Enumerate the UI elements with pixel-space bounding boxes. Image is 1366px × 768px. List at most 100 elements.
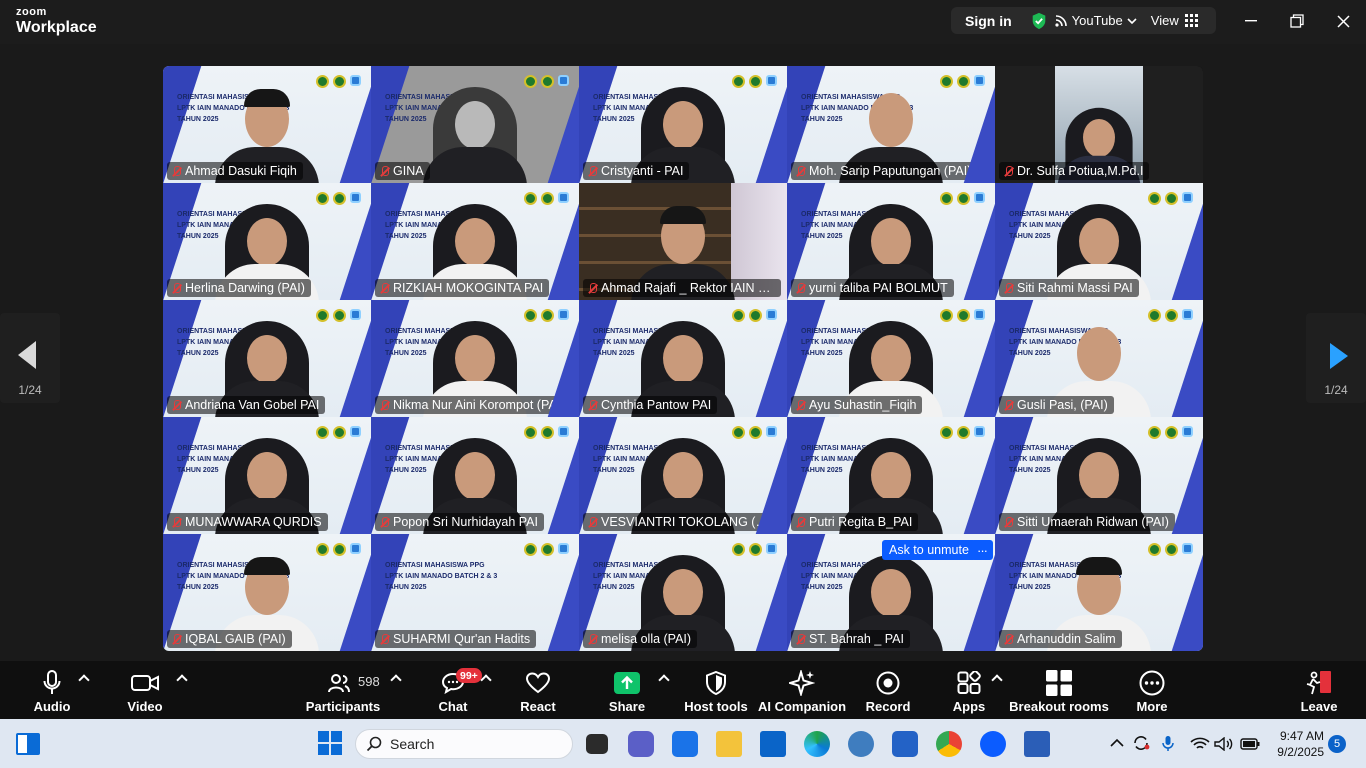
audio-button[interactable]: Audio — [26, 661, 78, 719]
participant-tile[interactable]: ORIENTASI MAHASISWA PPG LPTK IAIN MANADO… — [787, 66, 995, 183]
background-logos — [732, 309, 777, 322]
wifi-icon[interactable] — [1190, 737, 1210, 751]
participant-tile[interactable]: ORIENTASI MAHASISWA PPG LPTK IAIN MANADO… — [787, 300, 995, 417]
chat-unread-badge: 99+ — [456, 668, 482, 683]
word-icon[interactable] — [1024, 731, 1050, 757]
participant-tile[interactable]: ORIENTASI MAHASISWA PPG LPTK IAIN MANADO… — [163, 183, 371, 300]
leave-label: Leave — [1300, 699, 1338, 714]
participant-tile[interactable]: ORIENTASI MAHASISWA PPG LPTK IAIN MANADO… — [371, 534, 579, 651]
participant-name-bar: melisa olla (PAI) — [583, 630, 698, 648]
participant-name-bar: Herlina Darwing (PAI) — [167, 279, 311, 297]
apps-button[interactable]: Apps — [948, 661, 990, 719]
participant-tile[interactable]: ORIENTASI MAHASISWA PPG LPTK IAIN MANADO… — [787, 417, 995, 534]
previous-page-button[interactable]: 1/24 — [0, 313, 60, 403]
participant-tile[interactable]: ORIENTASI MAHASISWA PPG LPTK IAIN MANADO… — [371, 300, 579, 417]
participant-name-bar: Popon Sri Nurhidayah PAI — [375, 513, 544, 531]
share-screen-icon — [614, 672, 640, 694]
sign-in-button[interactable]: Sign in — [951, 13, 1024, 29]
logo-icon — [766, 543, 777, 554]
taskbar-search[interactable]: Search — [355, 729, 573, 759]
muted-mic-icon — [587, 282, 597, 295]
restore-button[interactable] — [1285, 10, 1309, 32]
participant-tile[interactable]: ORIENTASI MAHASISWA PPG LPTK IAIN MANADO… — [163, 534, 371, 651]
ask-to-unmute-button[interactable]: Ask to unmute — [882, 540, 976, 560]
volume-icon[interactable] — [1214, 737, 1234, 751]
muted-mic-icon — [171, 633, 181, 646]
participant-tile[interactable]: ORIENTASI MAHASISWA PPG LPTK IAIN MANADO… — [371, 417, 579, 534]
more-button[interactable]: More — [1132, 661, 1172, 719]
muted-mic-icon — [795, 165, 805, 178]
participant-tile[interactable]: ORIENTASI MAHASISWA PPG LPTK IAIN MANADO… — [995, 534, 1203, 651]
participant-tile[interactable]: Ahmad Rajafi _ Rektor IAIN Man... — [579, 183, 787, 300]
participant-tile[interactable]: ORIENTASI MAHASISWA PPG LPTK IAIN MANADO… — [579, 417, 787, 534]
next-page-button[interactable]: 1/24 — [1306, 313, 1366, 403]
store-icon[interactable] — [672, 731, 698, 757]
logo-icon — [1182, 192, 1193, 203]
participant-tile[interactable]: ORIENTASI MAHASISWA PPG LPTK IAIN MANADO… — [371, 66, 579, 183]
task-view-icon[interactable] — [586, 734, 608, 754]
participants-button[interactable]: Participants — [306, 661, 380, 719]
logo-icon — [957, 75, 970, 88]
widgets-icon[interactable] — [16, 733, 40, 755]
host-tools-button[interactable]: Host tools — [684, 661, 748, 719]
muted-mic-icon — [171, 282, 181, 295]
chrome-icon[interactable] — [936, 731, 962, 757]
video-options-caret[interactable] — [176, 674, 188, 686]
view-button[interactable]: View — [1151, 13, 1198, 28]
share-button[interactable]: Share — [606, 661, 648, 719]
zoom-app-icon[interactable] — [980, 731, 1006, 757]
breakout-rooms-button[interactable]: Breakout rooms — [1009, 661, 1109, 719]
logo-icon — [1165, 192, 1178, 205]
participant-tile[interactable]: ORIENTASI MAHASISWA PPG LPTK IAIN MANADO… — [995, 183, 1203, 300]
react-label: React — [520, 699, 556, 714]
participant-tile[interactable]: Dr. Sulfa Potiua,M.Pd.I — [995, 66, 1203, 183]
participant-tile[interactable]: ORIENTASI MAHASISWA PPG LPTK IAIN MANADO… — [163, 300, 371, 417]
microphone-icon — [43, 670, 61, 694]
share-options-caret[interactable] — [658, 674, 670, 686]
participant-name-bar: yurni taliba PAI BOLMUT — [791, 279, 954, 297]
participant-tile[interactable]: ORIENTASI MAHASISWA PPG LPTK IAIN MANADO… — [579, 66, 787, 183]
participant-tile[interactable]: ORIENTASI MAHASISWA PPG LPTK IAIN MANADO… — [163, 66, 371, 183]
video-button[interactable]: Video — [118, 661, 172, 719]
close-button[interactable] — [1331, 10, 1355, 32]
file-explorer-icon[interactable] — [716, 731, 742, 757]
participant-tile[interactable]: ORIENTASI MAHASISWA PPG LPTK IAIN MANADO… — [995, 417, 1203, 534]
participant-name: Cynthia Pantow PAI — [601, 398, 712, 412]
tile-more-options-button[interactable]: ··· — [971, 540, 993, 560]
chevron-up-icon[interactable] — [1110, 738, 1124, 748]
system-clock[interactable]: 9:47 AM 9/2/2025 — [1264, 728, 1324, 760]
page-indicator-left: 1/24 — [18, 383, 42, 397]
leave-button[interactable]: Leave — [1298, 661, 1340, 719]
ai-companion-button[interactable]: AI Companion — [758, 661, 846, 719]
audio-options-caret[interactable] — [78, 674, 90, 686]
minimize-button[interactable] — [1239, 10, 1263, 32]
edge-browser-icon[interactable] — [804, 731, 830, 757]
start-button[interactable] — [318, 731, 344, 757]
livestream-youtube[interactable]: YouTube — [1054, 13, 1137, 28]
search-placeholder: Search — [390, 736, 435, 752]
participant-tile[interactable]: ORIENTASI MAHASISWA PPG LPTK IAIN MANADO… — [163, 417, 371, 534]
participant-tile[interactable]: ORIENTASI MAHASISWA PPG LPTK IAIN MANADO… — [371, 183, 579, 300]
teams-icon[interactable] — [628, 731, 654, 757]
security-shield-icon[interactable] — [1030, 12, 1048, 30]
participant-tile[interactable]: ORIENTASI MAHASISWA PPG LPTK IAIN MANADO… — [995, 300, 1203, 417]
participants-options-caret[interactable] — [390, 674, 402, 686]
notification-badge[interactable]: 5 — [1328, 735, 1346, 753]
mic-tray-icon[interactable] — [1162, 735, 1174, 752]
react-button[interactable]: React — [518, 661, 558, 719]
chat-options-caret[interactable] — [480, 674, 492, 686]
record-button[interactable]: Record — [866, 661, 910, 719]
sync-icon[interactable] — [1132, 735, 1150, 751]
app-globe-icon[interactable] — [848, 731, 874, 757]
battery-icon[interactable] — [1240, 738, 1260, 750]
participant-tile[interactable]: ORIENTASI MAHASISWA PPG LPTK IAIN MANADO… — [579, 534, 787, 651]
participant-name: Gusli Pasi, (PAI) — [1017, 398, 1108, 412]
apps-options-caret[interactable] — [991, 674, 1003, 686]
app-blue-icon[interactable] — [892, 731, 918, 757]
grid-icon — [1184, 14, 1198, 27]
participant-tile[interactable]: ORIENTASI MAHASISWA PPG LPTK IAIN MANADO… — [579, 300, 787, 417]
participant-tile[interactable]: ORIENTASI MAHASISWA PPG LPTK IAIN MANADO… — [787, 183, 995, 300]
background-logos — [524, 192, 569, 205]
muted-mic-icon — [587, 399, 597, 412]
mail-icon[interactable] — [760, 731, 786, 757]
